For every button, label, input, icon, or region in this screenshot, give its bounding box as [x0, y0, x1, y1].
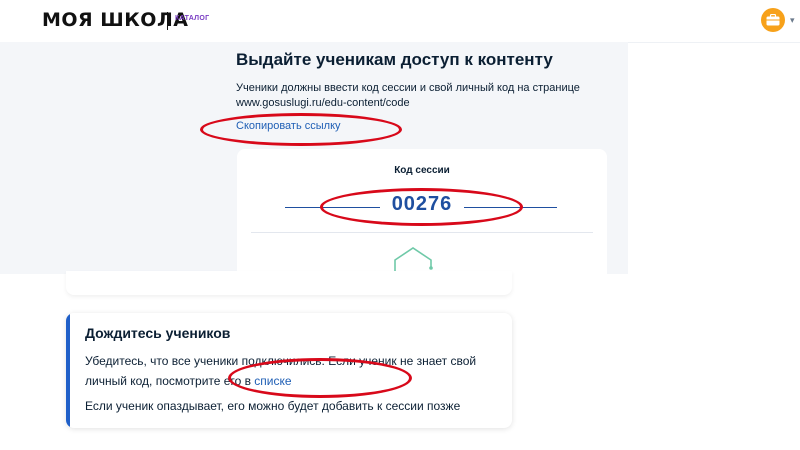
wait-title: Дождитесь учеников — [85, 325, 231, 341]
chevron-down-icon[interactable]: ▾ — [790, 15, 795, 26]
access-title: Выдайте ученикам доступ к контенту — [236, 50, 553, 69]
app-header: МОЯ ШКОЛА КАТАЛОГ ▾ — [0, 0, 800, 43]
annotation-ellipse-copy-link — [200, 113, 402, 146]
logo-divider — [167, 12, 168, 30]
access-description-line1: Ученики должны ввести код сессии и свой … — [236, 82, 580, 94]
session-label: Код сессии — [394, 165, 450, 176]
late-student-note: Если ученик опаздывает, его можно будет … — [85, 399, 461, 413]
previous-card — [66, 271, 512, 295]
briefcase-icon — [766, 14, 780, 26]
access-description: Ученики должны ввести код сессии и свой … — [236, 81, 596, 111]
catalog-link[interactable]: КАТАЛОГ — [175, 15, 209, 22]
card-divider — [251, 232, 593, 233]
annotation-ellipse-list-link — [228, 358, 412, 398]
user-avatar[interactable] — [761, 8, 785, 32]
card-accent-bar — [66, 313, 70, 428]
annotation-ellipse-session-code — [320, 188, 523, 226]
access-description-url: www.gosuslugi.ru/edu-content/code — [236, 97, 410, 109]
